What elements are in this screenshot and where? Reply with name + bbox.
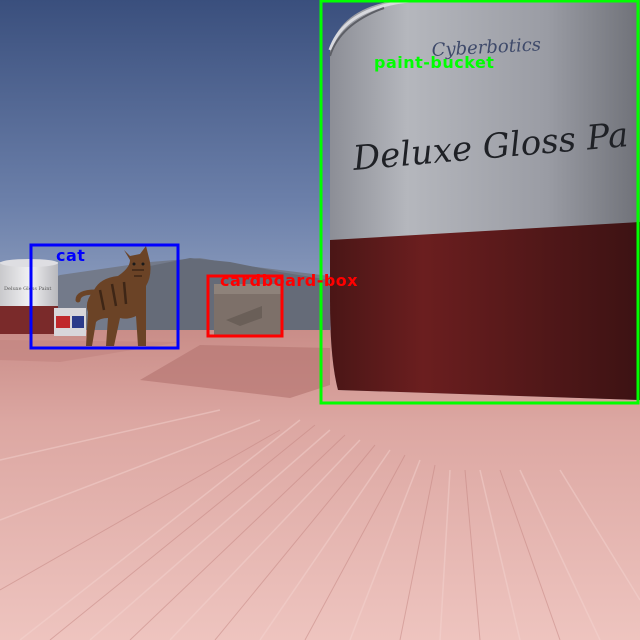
small-bucket-text: Deluxe Gloss Paint (4, 286, 51, 292)
detection-label-cardboard-box: cardboard-box (220, 271, 359, 290)
small-paint-bucket: Deluxe Gloss Paint (0, 259, 58, 334)
detection-label-cat: cat (56, 246, 86, 265)
red-can (54, 308, 86, 336)
simulation-scene: Deluxe Gloss Paint Cyberbotics Deluxe Gl… (0, 0, 640, 640)
scene-drawing: Deluxe Gloss Paint Cyberbotics Deluxe Gl… (0, 0, 640, 640)
cardboard-box-object (214, 284, 282, 336)
detection-label-paint-bucket: paint-bucket (374, 53, 495, 72)
